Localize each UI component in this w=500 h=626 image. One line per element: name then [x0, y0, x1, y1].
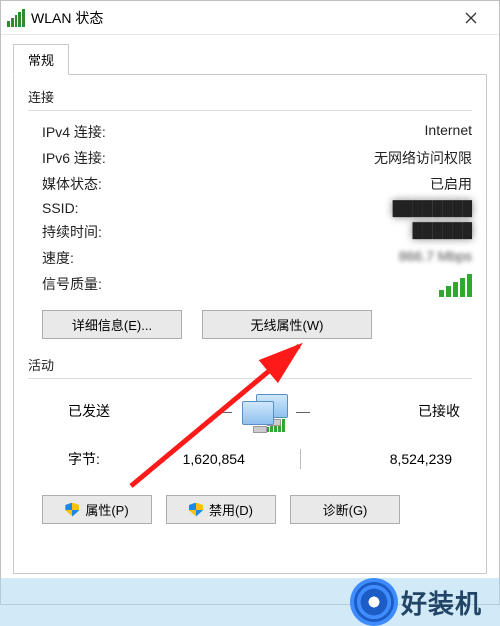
- detail-button-row: 详细信息(E)... 无线属性(W): [42, 310, 472, 339]
- bottom-button-row: 属性(P) 禁用(D) 诊断(G): [42, 495, 472, 524]
- diagnose-button[interactable]: 诊断(G): [290, 495, 400, 524]
- properties-button[interactable]: 属性(P): [42, 495, 152, 524]
- wireless-properties-button-label: 无线属性(W): [251, 315, 324, 334]
- wlan-status-window: WLAN 状态 常规 连接 IPv4 连接: Internet IPv6 连接:…: [0, 0, 500, 605]
- row-ssid: SSID: ████████: [28, 197, 472, 219]
- media-state-label: 媒体状态:: [42, 174, 102, 194]
- received-label: 已接收: [418, 401, 460, 421]
- window-title: WLAN 状态: [31, 8, 449, 28]
- ipv4-value: Internet: [425, 122, 472, 142]
- ipv6-label: IPv6 连接:: [42, 148, 106, 168]
- divider: [28, 378, 472, 379]
- ssid-label: SSID:: [42, 200, 79, 216]
- speed-value: 866.7 Mbps: [399, 248, 472, 268]
- row-ipv4: IPv4 连接: Internet: [28, 119, 472, 145]
- tab-general[interactable]: 常规: [13, 44, 69, 75]
- tab-body: 连接 IPv4 连接: Internet IPv6 连接: 无网络访问权限 媒体…: [13, 74, 487, 574]
- duration-value: ██████: [412, 222, 472, 242]
- wireless-properties-button[interactable]: 无线属性(W): [202, 310, 372, 339]
- row-signal-quality: 信号质量:: [28, 271, 472, 300]
- row-speed: 速度: 866.7 Mbps: [28, 245, 472, 271]
- content-area: 常规 连接 IPv4 连接: Internet IPv6 连接: 无网络访问权限…: [1, 35, 499, 586]
- activity-header-row: 已发送 — — 已接收: [28, 387, 472, 435]
- close-icon: [465, 12, 477, 24]
- row-ipv6: IPv6 连接: 无网络访问权限: [28, 145, 472, 171]
- disable-button[interactable]: 禁用(D): [166, 495, 276, 524]
- row-media-state: 媒体状态: 已启用: [28, 171, 472, 197]
- tab-strip: 常规: [13, 43, 487, 74]
- duration-label: 持续时间:: [42, 222, 102, 242]
- group-connection-title: 连接: [28, 87, 472, 106]
- bytes-label: 字节:: [68, 449, 148, 469]
- disable-button-label: 禁用(D): [209, 500, 253, 519]
- bytes-row: 字节: 1,620,854 8,524,239: [28, 435, 472, 477]
- details-button-label: 详细信息(E)...: [72, 315, 152, 334]
- signal-quality-icon: [439, 274, 472, 297]
- row-duration: 持续时间: ██████: [28, 219, 472, 245]
- details-button[interactable]: 详细信息(E)...: [42, 310, 182, 339]
- close-button[interactable]: [449, 2, 493, 34]
- activity-icon: — —: [218, 391, 310, 431]
- media-state-value: 已启用: [430, 174, 472, 194]
- shield-icon: [189, 503, 203, 517]
- sent-label: 已发送: [68, 401, 110, 421]
- wifi-signal-icon: [7, 9, 25, 27]
- ssid-value: ████████: [393, 200, 472, 216]
- divider: [28, 110, 472, 111]
- group-activity-title: 活动: [28, 355, 472, 374]
- activity-group: 活动 已发送 — — 已接收: [28, 355, 472, 524]
- shield-icon: [65, 503, 79, 517]
- signal-quality-label: 信号质量:: [42, 274, 102, 297]
- titlebar: WLAN 状态: [1, 1, 499, 35]
- ipv4-label: IPv4 连接:: [42, 122, 106, 142]
- vertical-divider: [300, 449, 301, 469]
- bytes-sent-value: 1,620,854: [148, 451, 280, 467]
- speed-label: 速度:: [42, 248, 74, 268]
- network-activity-icon: [236, 391, 292, 431]
- ipv6-value: 无网络访问权限: [374, 148, 472, 168]
- diagnose-button-label: 诊断(G): [323, 500, 368, 519]
- properties-button-label: 属性(P): [85, 500, 128, 519]
- bytes-received-value: 8,524,239: [321, 451, 461, 467]
